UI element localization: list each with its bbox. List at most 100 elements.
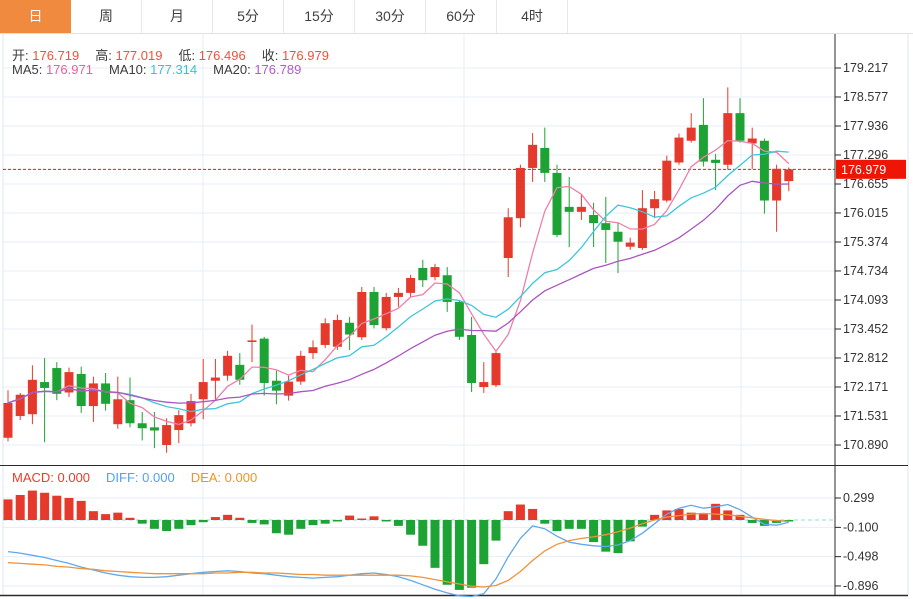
macd-hist-bar xyxy=(382,520,391,521)
candle-body xyxy=(321,323,330,345)
price-axis-tick: 172.812 xyxy=(843,351,888,365)
macd-hist-bar xyxy=(309,520,318,525)
candle-body xyxy=(565,207,574,212)
candle-body xyxy=(4,403,13,438)
candle-body xyxy=(199,382,208,399)
ohlc-row-close: 收: 176.979 xyxy=(262,48,329,63)
candle-body xyxy=(235,365,244,380)
candle-body xyxy=(16,395,25,416)
macd-hist-bar xyxy=(675,509,684,520)
candle-body xyxy=(223,356,232,376)
macd-hist-bar xyxy=(162,520,171,531)
tab-15min[interactable]: 15分 xyxy=(284,0,355,33)
macd-hist-bar xyxy=(77,501,86,520)
chart-canvas[interactable]: 179.217178.577177.936177.296176.655176.0… xyxy=(0,0,913,599)
macd-hist-bar xyxy=(748,520,757,523)
dea-value: 0.000 xyxy=(221,470,257,485)
macd-hist-bar xyxy=(113,513,122,520)
candle-body xyxy=(248,340,257,342)
macd-row-diff: DIFF: 0.000 xyxy=(106,470,175,485)
price-axis-tick: 177.936 xyxy=(843,119,888,133)
diff-value: 0.000 xyxy=(139,470,175,485)
macd-hist-bar xyxy=(296,520,305,529)
tab-month[interactable]: 月 xyxy=(142,0,213,33)
tab-week[interactable]: 周 xyxy=(71,0,142,33)
candle-body xyxy=(516,168,525,218)
macd-hist-bar xyxy=(357,519,366,520)
candle-body xyxy=(589,215,598,223)
ohlc-row-low: 低: 176.496 xyxy=(178,48,245,63)
macd-hist-bar xyxy=(65,498,74,520)
macd-axis-tick: -0.498 xyxy=(843,550,878,564)
macd-label: MACD: xyxy=(12,470,54,485)
candle-body xyxy=(650,199,659,208)
macd-hist-bar xyxy=(52,496,61,520)
current-price-label: 176.979 xyxy=(841,163,886,177)
close-value: 176.979 xyxy=(278,48,329,63)
candle-body xyxy=(406,278,415,293)
macd-hist-bar xyxy=(28,491,37,520)
tab-day[interactable]: 日 xyxy=(0,0,71,33)
macd-hist-bar xyxy=(126,518,135,520)
candle-body xyxy=(113,399,122,424)
macd-hist-bar xyxy=(504,511,513,520)
tab-30min[interactable]: 30分 xyxy=(355,0,426,33)
macd-hist-bar xyxy=(89,511,98,520)
macd-hist-bar xyxy=(199,520,208,522)
macd-hist-bar xyxy=(467,520,476,588)
macd-hist-bar xyxy=(235,518,244,520)
candle-body xyxy=(162,425,171,445)
candle-body xyxy=(528,145,537,168)
candle-body xyxy=(150,427,159,430)
candle-body xyxy=(626,243,635,247)
candles-layer xyxy=(4,87,794,452)
macd-hist-bar xyxy=(540,520,549,524)
candle-body xyxy=(711,160,720,163)
macd-hist-bar xyxy=(577,520,586,529)
axis-labels: 179.217178.577177.936177.296176.655176.0… xyxy=(835,61,906,593)
ma-row-ma10: MA10: 177.314 xyxy=(109,62,197,77)
low-label: 低: xyxy=(178,48,195,63)
candle-body xyxy=(418,268,427,280)
kline-app: 179.217178.577177.936177.296176.655176.0… xyxy=(0,0,913,599)
price-axis-tick: 174.734 xyxy=(843,264,888,278)
high-label: 高: xyxy=(95,48,112,63)
price-axis-tick: 176.015 xyxy=(843,206,888,220)
candle-body xyxy=(577,207,586,212)
macd-hist-bar xyxy=(479,520,488,564)
macd-hist-bar xyxy=(223,515,232,520)
macd-row-macd: MACD: 0.000 xyxy=(12,470,90,485)
macd-axis-tick: 0.299 xyxy=(843,491,874,505)
macd-hist-bar xyxy=(443,520,452,585)
candle-body xyxy=(504,217,513,258)
candle-body xyxy=(296,356,305,382)
ma5-value: 176.971 xyxy=(42,62,93,77)
candle-body xyxy=(479,382,488,387)
tab-5min[interactable]: 5分 xyxy=(213,0,284,33)
macd-hist-bar xyxy=(40,493,49,520)
price-pane xyxy=(3,87,835,452)
macd-hist-bar xyxy=(528,509,537,520)
candle-body xyxy=(553,173,562,235)
candle-body xyxy=(687,128,696,141)
macd-hist-bar xyxy=(418,520,427,546)
macd-hist-bar xyxy=(455,520,464,590)
ma20-value: 176.789 xyxy=(251,62,302,77)
tab-4hour[interactable]: 4时 xyxy=(497,0,568,33)
low-value: 176.496 xyxy=(195,48,246,63)
tab-60min[interactable]: 60分 xyxy=(426,0,497,33)
candle-body xyxy=(357,292,366,337)
macd-axis-tick: -0.896 xyxy=(843,579,878,593)
ma-row-ma5: MA5: 176.971 xyxy=(12,62,93,77)
candle-body xyxy=(443,275,452,302)
candle-body xyxy=(101,383,110,403)
macd-hist-bar xyxy=(16,495,25,520)
candle-body xyxy=(89,383,98,406)
macd-hist-bar xyxy=(101,514,110,520)
price-axis-tick: 173.452 xyxy=(843,322,888,336)
candle-body xyxy=(394,293,403,297)
macd-hist-bar xyxy=(699,514,708,520)
price-axis-tick: 172.171 xyxy=(843,380,888,394)
dea-label: DEA: xyxy=(191,470,221,485)
candle-body xyxy=(492,353,501,385)
